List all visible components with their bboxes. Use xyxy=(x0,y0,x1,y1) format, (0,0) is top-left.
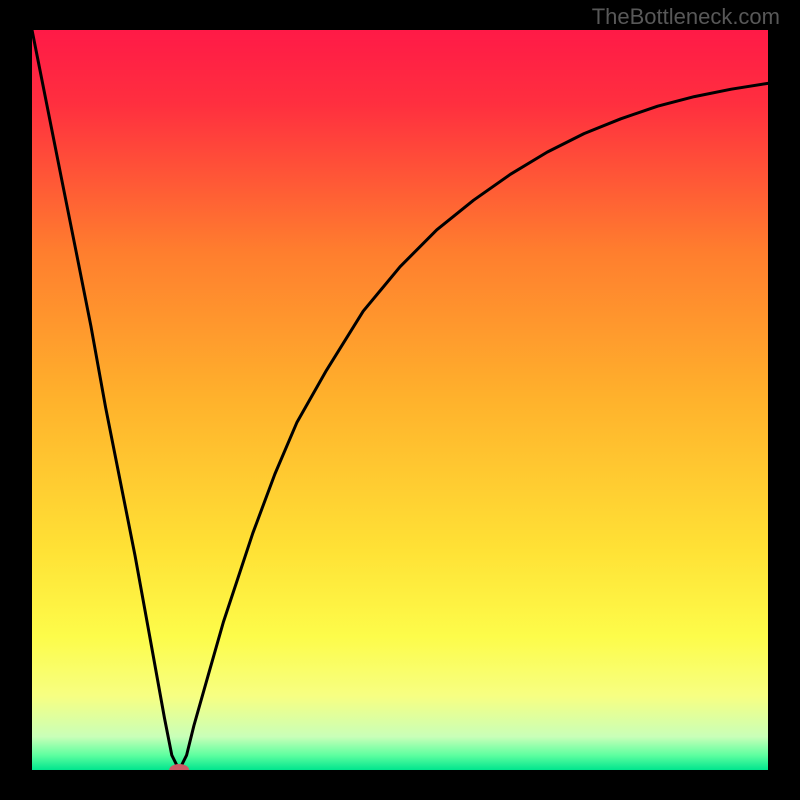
chart-frame xyxy=(32,30,768,770)
watermark-text: TheBottleneck.com xyxy=(592,4,780,30)
gradient-background xyxy=(32,30,768,770)
chart-svg xyxy=(32,30,768,770)
